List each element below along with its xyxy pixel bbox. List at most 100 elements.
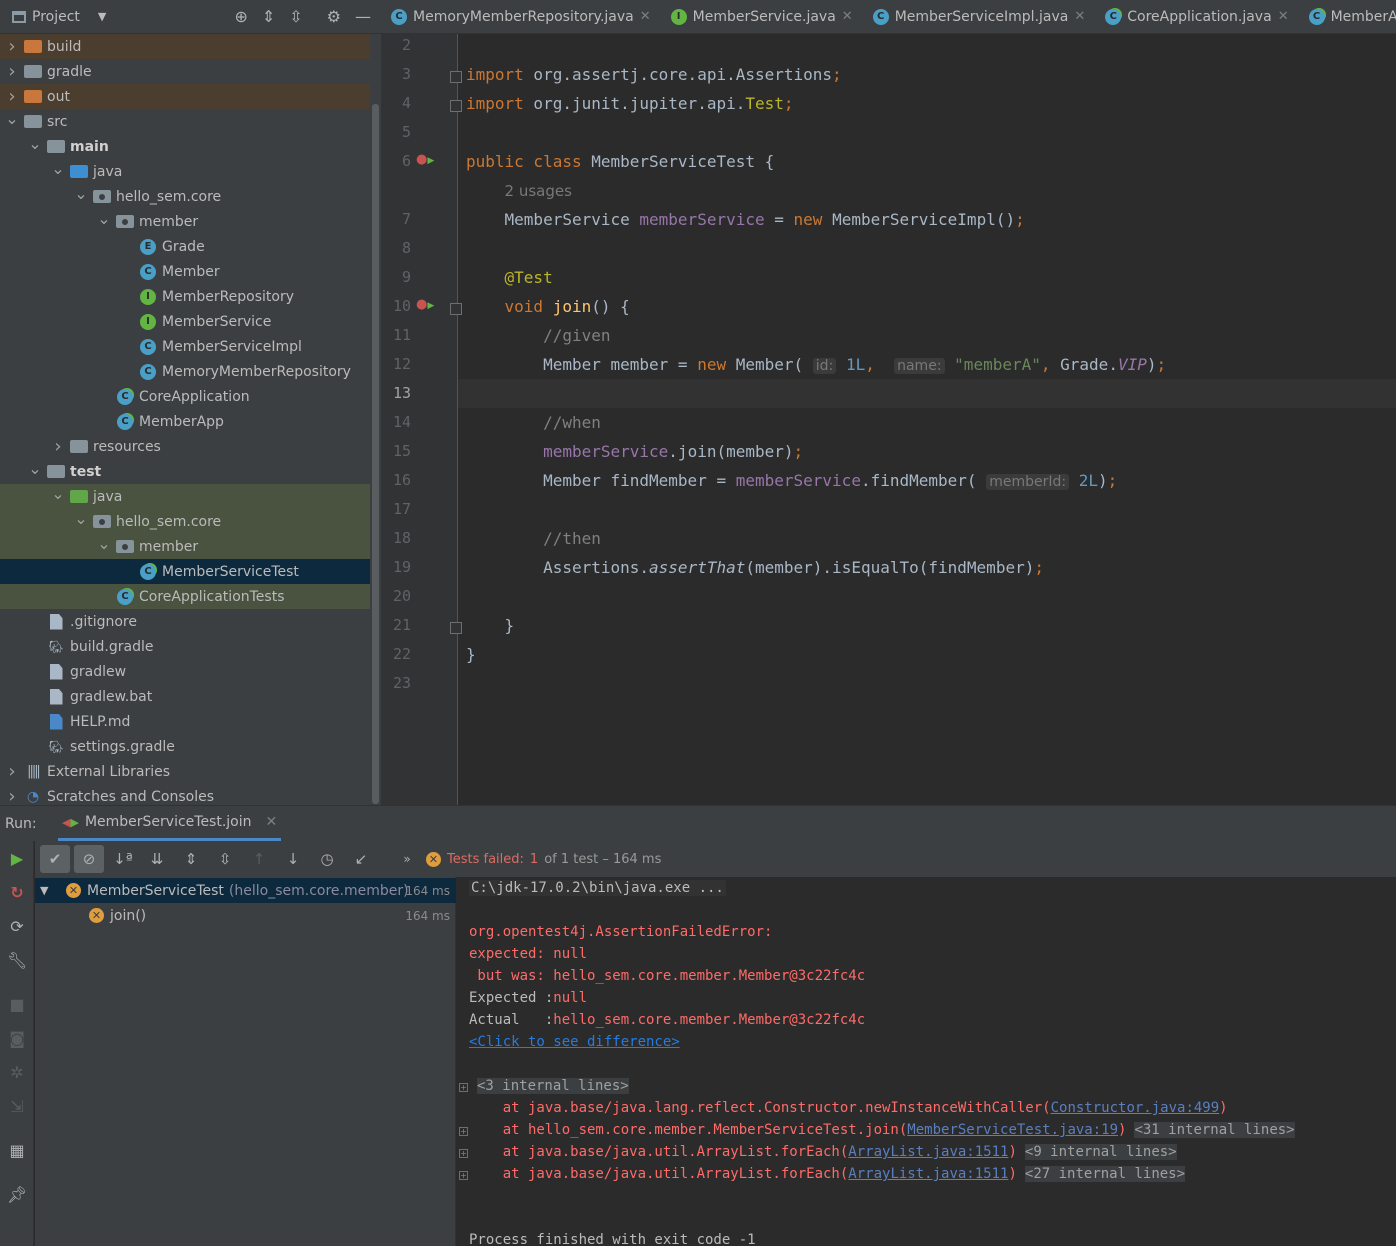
tree-item[interactable]: 🐘︎ settings.gradle [0, 734, 370, 759]
internal-lines-fold[interactable]: <27 internal lines> [1024, 1166, 1186, 1182]
stack-frame-link[interactable]: ArrayList.java:1511 [848, 1144, 1008, 1160]
click-to-see-difference-link[interactable]: <Click to see difference> [469, 1034, 680, 1050]
gear-icon[interactable]: ⚙ [327, 7, 341, 26]
close-icon[interactable]: ✕ [640, 9, 651, 24]
sort-duration-button[interactable]: ⇊ [142, 845, 172, 873]
exit-icon[interactable]: ⇲ [7, 1097, 27, 1116]
tree-item[interactable]: gradlew [0, 659, 370, 684]
expand-all-button[interactable]: ⇕ [176, 845, 206, 873]
tree-item[interactable]: E Grade [0, 234, 370, 259]
test-method-row[interactable]: ✕ join() 164 ms [35, 903, 456, 928]
chevron-down-icon[interactable]: ⌄ [27, 134, 43, 153]
tree-item[interactable]: ⌄ main [0, 134, 370, 159]
stack-frame-link[interactable]: MemberServiceTest.java:19 [907, 1122, 1118, 1138]
toggle-auto-test-icon[interactable]: ⟳ [7, 917, 27, 936]
close-icon[interactable]: ✕ [842, 9, 853, 24]
close-icon[interactable]: ✕ [266, 814, 278, 830]
tree-item[interactable]: ⌄ java [0, 484, 370, 509]
test-history-button[interactable]: ◷ [312, 845, 342, 873]
chevron-down-icon[interactable]: ⌄ [96, 209, 112, 228]
expand-icon[interactable]: + [459, 1127, 468, 1136]
collapse-all-button[interactable]: ⇳ [210, 845, 240, 873]
run-config-tab[interactable]: ◀ ▶ MemberServiceTest.join ✕ [58, 806, 282, 841]
editor-tab[interactable]: C MemberServiceImpl.java ✕ [863, 0, 1096, 33]
camera-icon[interactable]: ◙ [7, 1029, 27, 1048]
chevron-right-icon[interactable]: › [4, 761, 20, 782]
locate-icon[interactable]: ⊕ [234, 7, 247, 26]
scrollbar-thumb[interactable] [372, 104, 379, 804]
chevron-down-icon[interactable]: ⌄ [50, 159, 66, 178]
chevron-down-icon[interactable]: ⌄ [50, 484, 66, 503]
tree-item[interactable]: ⌄ hello_sem.core [0, 509, 370, 534]
tree-item[interactable]: C CoreApplicationTests [0, 584, 370, 609]
editor-tab[interactable]: CMemberApp.java✕ [1299, 0, 1396, 33]
editor-tab[interactable]: C MemoryMemberRepository.java ✕ [381, 0, 661, 33]
tree-item[interactable]: ⌄ member [0, 209, 370, 234]
tree-item[interactable]: HELP.md [0, 709, 370, 734]
import-tests-button[interactable]: ↙ [346, 845, 376, 873]
project-tree-scrollbar[interactable] [370, 34, 381, 805]
tree-item[interactable]: ⌄ hello_sem.core [0, 184, 370, 209]
previous-failed-button[interactable]: ↑ [244, 845, 274, 873]
tree-item[interactable]: ⌄ member [0, 534, 370, 559]
tree-item[interactable]: ⌄ test [0, 459, 370, 484]
chevron-right-icon[interactable]: › [4, 86, 20, 107]
tree-item[interactable]: gradlew.bat [0, 684, 370, 709]
stack-frame-link[interactable]: ArrayList.java:1511 [848, 1166, 1008, 1182]
show-passed-toggle[interactable]: ✔ [40, 845, 70, 873]
tree-item[interactable]: › gradle [0, 59, 370, 84]
tree-item[interactable]: C MemberApp [0, 409, 370, 434]
rerun-failed-icon[interactable]: ↻ [7, 883, 27, 902]
tree-item[interactable]: › |||‖ External Libraries [0, 759, 370, 784]
wrench-icon[interactable]: 🔧︎ [7, 951, 27, 970]
test-results-tree[interactable]: ▼ ✕ MemberServiceTest (hello_sem.core.me… [35, 877, 456, 1246]
editor-tab[interactable]: C CoreApplication.java ✕ [1095, 0, 1298, 33]
run-test-icon[interactable]: ●▶ [416, 297, 434, 312]
pin-icon[interactable]: 📌︎ [7, 1185, 27, 1204]
tree-item[interactable]: C MemoryMemberRepository [0, 359, 370, 384]
more-button[interactable]: » [392, 845, 422, 873]
fold-marker-icon[interactable] [450, 303, 462, 315]
settings-icon[interactable]: ✲ [7, 1063, 27, 1082]
show-ignored-toggle[interactable]: ⊘ [74, 845, 104, 873]
tree-item[interactable]: I MemberRepository [0, 284, 370, 309]
fold-marker-icon[interactable] [450, 622, 462, 634]
layout-icon[interactable]: ▦ [7, 1141, 27, 1160]
project-tree[interactable]: › build › gradle › out ⌄ src ⌄ main ⌄ java ⌄ hello_se… [0, 34, 370, 805]
stack-frame-link[interactable]: Constructor.java:499 [1051, 1100, 1220, 1116]
tree-item[interactable]: › resources [0, 434, 370, 459]
expand-icon[interactable]: + [459, 1083, 468, 1092]
chevron-down-icon[interactable]: ⌄ [73, 184, 89, 203]
fold-marker-icon[interactable] [450, 100, 462, 112]
hide-icon[interactable]: — [355, 7, 371, 26]
tree-item[interactable]: ⌄ src [0, 109, 370, 134]
collapse-all-icon[interactable]: ⇳ [289, 7, 302, 26]
console-output[interactable]: C:\jdk-17.0.2\bin\java.exe ... org.opente… [457, 877, 1396, 1246]
editor-tab[interactable]: I MemberService.java ✕ [661, 0, 863, 33]
chevron-down-icon[interactable]: ⌄ [96, 534, 112, 553]
project-view-selector[interactable]: Project ▼ [0, 9, 106, 25]
internal-lines-fold[interactable]: <9 internal lines> [1024, 1144, 1177, 1160]
expand-all-icon[interactable]: ⇕ [262, 7, 275, 26]
chevron-right-icon[interactable]: › [50, 436, 66, 457]
tree-item[interactable]: ⌄ java [0, 159, 370, 184]
tree-item[interactable]: › ◔ Scratches and Consoles [0, 784, 370, 805]
run-test-icon[interactable]: ●▶ [416, 152, 434, 167]
chevron-right-icon[interactable]: › [4, 61, 20, 82]
tree-item[interactable]: › out [0, 84, 370, 109]
code-editor[interactable]: 2 3 4 5 6 ●▶ 7 8 9 10 ●▶ 11 12 13 14 15 16 17 18 19 20 21 22 23… [381, 34, 1396, 805]
chevron-down-icon[interactable]: ⌄ [73, 509, 89, 528]
next-failed-button[interactable]: ↓ [278, 845, 308, 873]
tree-item[interactable]: 🐘︎ build.gradle [0, 634, 370, 659]
internal-lines-fold[interactable]: <31 internal lines> [1134, 1122, 1295, 1138]
chevron-right-icon[interactable]: › [4, 786, 20, 805]
chevron-right-icon[interactable]: › [4, 36, 20, 57]
tree-item[interactable]: I MemberService [0, 309, 370, 334]
close-icon[interactable]: ✕ [1074, 9, 1085, 24]
chevron-down-icon[interactable]: ⌄ [4, 109, 20, 128]
tree-item[interactable]: C MemberServiceTest [0, 559, 370, 584]
sort-alpha-button[interactable]: ↓ª [108, 845, 138, 873]
editor-gutter[interactable]: 2 3 4 5 6 ●▶ 7 8 9 10 ●▶ 11 12 13 14 15 16 17 18 19 20 21 22 23 [381, 34, 462, 805]
test-class-row[interactable]: ▼ ✕ MemberServiceTest (hello_sem.core.me… [35, 878, 456, 903]
rerun-icon[interactable]: ▶ [7, 849, 27, 868]
